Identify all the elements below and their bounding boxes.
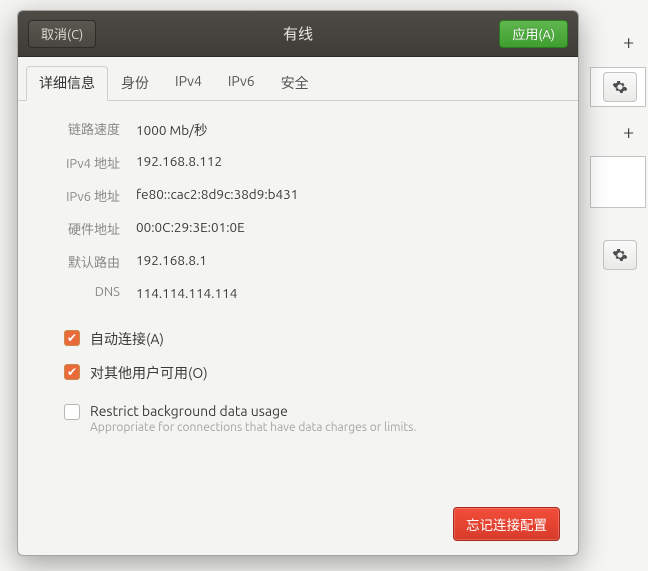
add-connection-button-2[interactable]: + xyxy=(623,120,634,143)
restrict-bg-sublabel: Appropriate for connections that have da… xyxy=(90,421,416,434)
details-pane: 链路速度 1000 Mb/秒 IPv4 地址 192.168.8.112 IPv… xyxy=(18,101,578,555)
tab-bar: 详细信息 身份 IPv4 IPv6 安全 xyxy=(18,57,578,101)
tab-ipv6[interactable]: IPv6 xyxy=(215,66,268,101)
bg-panel-2 xyxy=(590,156,646,208)
settings-gear-button-1[interactable] xyxy=(603,72,637,102)
auto-connect-checkbox[interactable]: ✔ xyxy=(64,330,80,346)
connection-details-grid: 链路速度 1000 Mb/秒 IPv4 地址 192.168.8.112 IPv… xyxy=(40,119,560,301)
settings-gear-button-2[interactable] xyxy=(603,240,637,270)
add-connection-button[interactable]: + xyxy=(623,30,634,53)
available-all-label: 对其他用户可用(O) xyxy=(90,363,208,383)
wired-connection-dialog: 取消(C) 有线 应用(A) 详细信息 身份 IPv4 IPv6 安全 链路速度… xyxy=(17,10,579,556)
tab-security[interactable]: 安全 xyxy=(268,66,322,101)
detail-label: 默认路由 xyxy=(40,252,120,271)
tab-identity[interactable]: 身份 xyxy=(108,66,162,101)
gear-icon xyxy=(612,79,628,95)
apply-button[interactable]: 应用(A) xyxy=(499,20,568,48)
detail-label: DNS xyxy=(40,285,120,301)
detail-label: 硬件地址 xyxy=(40,219,120,238)
detail-value-dns: 114.114.114.114 xyxy=(136,285,560,301)
detail-value-gateway: 192.168.8.1 xyxy=(136,252,560,271)
dialog-footer: 忘记连接配置 xyxy=(36,507,560,541)
available-all-row: ✔ 对其他用户可用(O) xyxy=(64,363,560,383)
forget-connection-button[interactable]: 忘记连接配置 xyxy=(453,507,560,541)
tab-ipv4[interactable]: IPv4 xyxy=(162,66,215,101)
detail-value-ipv4: 192.168.8.112 xyxy=(136,153,560,172)
detail-label: 链路速度 xyxy=(40,119,120,139)
restrict-bg-label: Restrict background data usage xyxy=(90,403,416,419)
auto-connect-row: ✔ 自动连接(A) xyxy=(64,329,560,349)
gear-icon xyxy=(612,247,628,263)
cancel-button[interactable]: 取消(C) xyxy=(28,20,96,48)
detail-value-mac: 00:0C:29:3E:01:0E xyxy=(136,219,560,238)
dialog-titlebar: 取消(C) 有线 应用(A) xyxy=(18,11,578,57)
restrict-bg-row: ✔ Restrict background data usage Appropr… xyxy=(64,403,560,434)
detail-label: IPv4 地址 xyxy=(40,153,120,172)
tab-details[interactable]: 详细信息 xyxy=(26,66,108,101)
dialog-title: 有线 xyxy=(18,23,578,44)
auto-connect-label: 自动连接(A) xyxy=(90,329,164,349)
available-all-checkbox[interactable]: ✔ xyxy=(64,364,80,380)
detail-value-link-speed: 1000 Mb/秒 xyxy=(136,119,560,139)
restrict-bg-checkbox[interactable]: ✔ xyxy=(64,404,80,420)
detail-value-ipv6: fe80::cac2:8d9c:38d9:b431 xyxy=(136,186,560,205)
detail-label: IPv6 地址 xyxy=(40,186,120,205)
